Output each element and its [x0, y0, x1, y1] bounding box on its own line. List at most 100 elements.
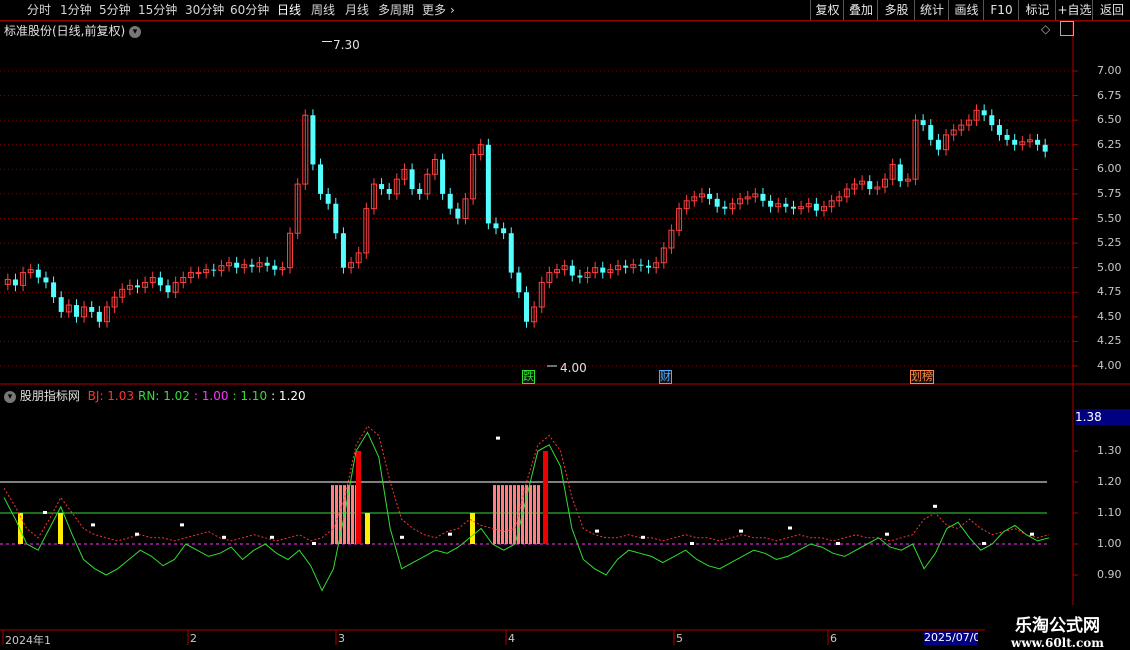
candle-body [333, 203, 339, 234]
signal-bar-pink [529, 485, 532, 544]
indicator-readout-0: BJ: 1.03 [87, 389, 135, 403]
stock-title: 标准股份(日线,前复权) [4, 24, 126, 38]
candle-body [485, 144, 491, 224]
signal-bar-pink [493, 485, 496, 544]
main-y-tick-label: 5.75 [1097, 186, 1122, 200]
main-y-tick-label: 6.50 [1097, 113, 1122, 127]
candle-body [234, 262, 240, 268]
main-y-tick-label: 5.25 [1097, 236, 1122, 250]
indicator-marker [739, 529, 743, 533]
candle-body [165, 285, 171, 293]
candle-body [577, 275, 583, 278]
main-y-tick-label: 5.50 [1097, 211, 1122, 225]
candle-body [58, 297, 64, 312]
event-mark-1[interactable]: 财 [659, 370, 672, 384]
time-axis-label: 6 [830, 632, 837, 645]
indicator-y-tick-label: 1.10 [1097, 506, 1122, 519]
candle-body [714, 198, 720, 207]
candle-body [211, 269, 217, 271]
candle-body [318, 164, 324, 194]
indicator-marker [91, 523, 95, 527]
signal-bar-pink [335, 485, 338, 544]
high-price-label: 7.30 [333, 38, 360, 52]
chart-canvas [0, 20, 1130, 645]
candle-body [928, 125, 934, 140]
signal-bar-pink [501, 485, 504, 544]
candle-body [516, 272, 522, 293]
indicator-y-tick-label: 0.90 [1097, 568, 1122, 581]
indicator-y-tick-label: 1.00 [1097, 537, 1122, 550]
candle-body [996, 125, 1002, 135]
candle-body [417, 189, 423, 194]
time-axis-label: 5 [676, 632, 683, 645]
candle-body [1004, 134, 1010, 140]
indicator-readout-1: RN: 1.02 [138, 389, 190, 403]
candle-body [981, 110, 987, 116]
indicator-title: 股朋指标网 [19, 389, 80, 403]
indicator-readout-3: : 1.10 [232, 389, 268, 403]
indicator-readout-2: : 1.00 [193, 389, 229, 403]
indicator-current-value: 1.38 [1075, 409, 1130, 425]
candle-body [722, 206, 728, 209]
signal-bar-pink [509, 485, 512, 544]
watermark-name: 乐淘公式网 [1015, 616, 1100, 636]
main-y-tick-label: 5.00 [1097, 260, 1122, 274]
signal-bar-pink [497, 485, 500, 544]
time-highlight: 2025/07/0 [924, 631, 978, 645]
candle-body [569, 265, 575, 276]
indicator-collapse-icon[interactable]: ▾ [4, 390, 16, 403]
main-y-tick-label: 4.25 [1097, 334, 1122, 348]
indicator-marker [885, 532, 889, 536]
candle-body [524, 292, 529, 322]
indicator-y-tick-label: 1.20 [1097, 475, 1122, 488]
signal-bar-pink [537, 485, 540, 544]
diamond-icon[interactable]: ◇ [1041, 22, 1050, 36]
candle-body [340, 233, 346, 268]
indicator-marker [641, 535, 645, 539]
candle-body [447, 193, 453, 209]
candle-body [920, 120, 926, 126]
candle-body [760, 193, 766, 201]
indicator-marker [43, 511, 47, 514]
main-y-tick-label: 6.00 [1097, 162, 1122, 176]
event-mark-2[interactable]: 划榜 [910, 370, 934, 384]
candle-body [813, 203, 819, 211]
indicator-marker [270, 535, 274, 539]
candle-body [249, 264, 255, 267]
signal-bar-red [356, 451, 361, 544]
candle-body [897, 164, 903, 182]
event-mark-0[interactable]: 跌 [522, 370, 535, 384]
candle-body [440, 159, 446, 194]
candle-body [493, 223, 499, 229]
candle-body [195, 272, 202, 275]
signal-bar-pink [351, 485, 354, 544]
time-axis-label: 3 [338, 632, 345, 645]
watermark: 乐淘公式网 www.60lt.com [985, 605, 1130, 650]
candle-body [867, 181, 873, 189]
main-y-tick-label: 7.00 [1097, 64, 1122, 77]
collapse-arrow-icon[interactable]: ▾ [129, 25, 142, 38]
candle-body [96, 311, 102, 322]
indicator-marker [222, 535, 226, 539]
main-y-tick-label: 4.00 [1097, 359, 1122, 372]
candle-body [935, 139, 941, 150]
candle-body [1035, 139, 1041, 145]
candle-body [12, 279, 18, 286]
time-axis-label: 2 [190, 632, 197, 645]
signal-bar-red [543, 451, 548, 544]
indicator-marker [180, 523, 184, 527]
indicator-marker [1030, 532, 1034, 536]
signal-bar-pink [505, 485, 508, 544]
candle-body [35, 269, 41, 278]
indicator-y-tick-label: 1.30 [1097, 444, 1122, 457]
candle-body [638, 264, 644, 266]
candle-body [134, 285, 140, 288]
signal-bar-yellow [470, 513, 475, 544]
panel-toggle-icon[interactable] [1060, 21, 1074, 36]
candle-body [600, 267, 606, 273]
candle-body [51, 282, 57, 298]
indicator-marker [788, 526, 792, 530]
candle-body [783, 203, 789, 207]
candle-body [73, 305, 79, 317]
candle-body [386, 189, 392, 194]
